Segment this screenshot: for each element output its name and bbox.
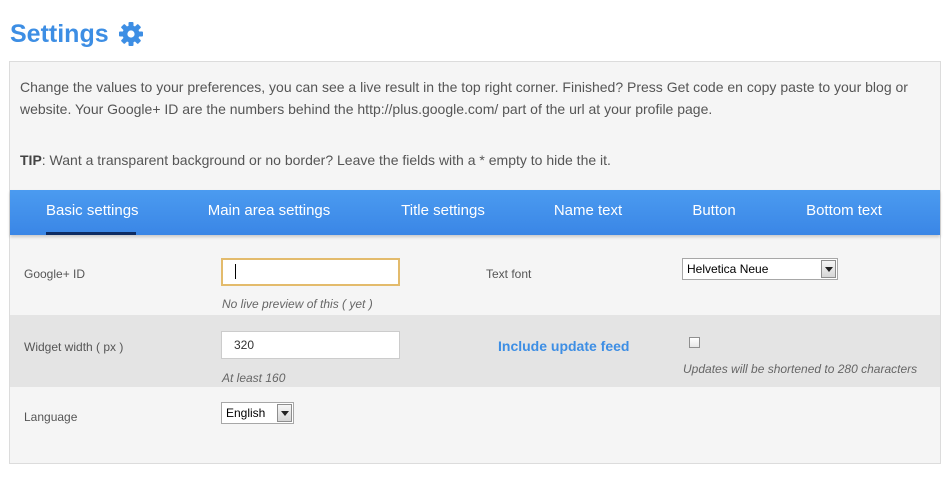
- page-header: Settings: [10, 16, 145, 52]
- row-language: Language English: [10, 387, 940, 463]
- tab-name-text[interactable]: Name text: [550, 190, 626, 235]
- page-title: Settings: [10, 19, 109, 48]
- tab-basic-settings[interactable]: Basic settings: [46, 190, 139, 235]
- google-id-label: Google+ ID: [24, 267, 86, 281]
- tab-title-settings[interactable]: Title settings: [396, 190, 490, 235]
- widget-width-hint: At least 160: [222, 371, 286, 385]
- tip-body: : Want a transparent background or no bo…: [41, 152, 611, 168]
- tab-bottom-text[interactable]: Bottom text: [802, 190, 886, 235]
- settings-panel: Change the values to your preferences, y…: [9, 61, 941, 464]
- text-font-value: Helvetica Neue: [687, 262, 769, 276]
- language-value: English: [226, 406, 266, 420]
- language-select[interactable]: English: [221, 402, 294, 424]
- google-id-input[interactable]: [221, 258, 400, 286]
- widget-width-input[interactable]: [221, 331, 400, 359]
- text-caret: [235, 264, 236, 279]
- row-widget-width: Widget width ( px ) At least 160 Include…: [10, 315, 940, 387]
- tip-label: TIP: [20, 152, 42, 168]
- text-font-label: Text font: [486, 267, 532, 281]
- settings-tabs: Basic settings Main area settings Title …: [10, 190, 940, 235]
- text-font-select[interactable]: Helvetica Neue: [682, 258, 838, 280]
- tip-text: TIP: Want a transparent background or no…: [20, 149, 611, 171]
- chevron-down-icon[interactable]: [821, 260, 836, 278]
- row-google-id: Google+ ID No live preview of this ( yet…: [10, 238, 940, 315]
- update-feed-checkbox[interactable]: [689, 337, 700, 348]
- gear-icon: [117, 20, 145, 48]
- language-label: Language: [24, 410, 78, 424]
- intro-text: Change the values to your preferences, y…: [20, 79, 908, 117]
- update-feed-hint: Updates will be shortened to 280 charact…: [683, 362, 918, 376]
- update-feed-label: Include update feed: [498, 338, 630, 354]
- google-id-hint: No live preview of this ( yet ): [222, 297, 373, 311]
- widget-width-label: Widget width ( px ): [24, 340, 124, 354]
- chevron-down-icon[interactable]: [277, 404, 292, 422]
- tab-main-area-settings[interactable]: Main area settings: [204, 190, 334, 235]
- settings-page: Settings Change the values to your prefe…: [0, 0, 949, 481]
- tab-button[interactable]: Button: [686, 190, 742, 235]
